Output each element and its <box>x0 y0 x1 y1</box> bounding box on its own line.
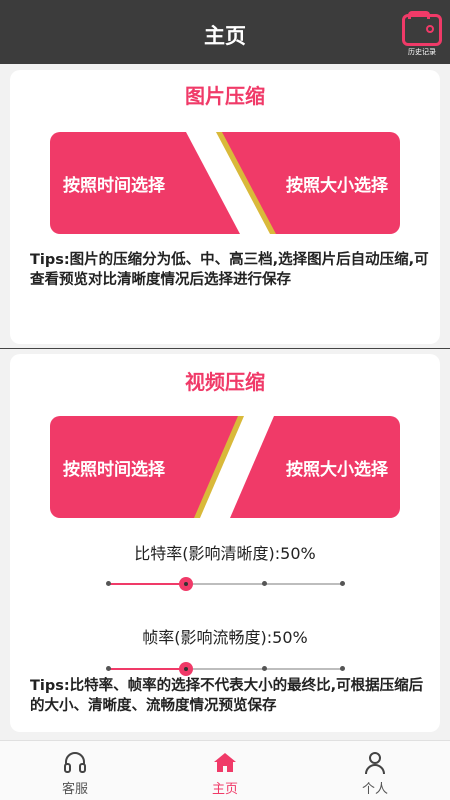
image-select-by-time-button[interactable]: 按照时间选择 <box>50 132 225 234</box>
video-tips-text: Tips:比特率、帧率的选择不代表大小的最终比,可根据压缩后的大小、清晰度、流畅… <box>30 678 424 714</box>
bitrate-label: 比特率(影响清晰度):50% <box>134 544 316 563</box>
framerate-label: 帧率(影响流畅度):50% <box>142 628 308 647</box>
person-icon <box>365 752 385 775</box>
nav-item-profile[interactable]: 个人 <box>300 741 450 800</box>
video-compress-card: 视频压缩 按照时间选择 按照大小选择 比特率(影响清晰度):50% 帧率(影响流… <box>10 354 440 732</box>
top-app-bar: 主页 历史记录 <box>0 0 450 64</box>
video-select-by-size-button[interactable]: 按照大小选择 <box>225 416 400 518</box>
video-select-buttons: 按照时间选择 按照大小选择 <box>50 416 400 518</box>
image-compress-card: 图片压缩 按照时间选择 按照大小选择 Tips:图片的压缩分为低、中、高三档,选… <box>10 70 440 344</box>
bottom-navigation: 客服 主页 个人 <box>0 740 450 800</box>
home-icon <box>214 753 236 772</box>
bitrate-slider[interactable] <box>106 574 345 594</box>
nav-item-home[interactable]: 主页 <box>150 741 300 800</box>
history-label: 历史记录 <box>408 48 436 56</box>
history-button[interactable]: 历史记录 <box>400 11 444 60</box>
video-compress-title: 视频压缩 <box>185 370 265 394</box>
bitrate-slider-thumb[interactable] <box>178 577 193 591</box>
nav-item-service[interactable]: 客服 <box>0 741 150 800</box>
nav-label-service: 客服 <box>61 782 88 797</box>
section-divider <box>0 348 450 349</box>
image-select-by-size-button[interactable]: 按照大小选择 <box>225 132 400 234</box>
image-tips-text: Tips:图片的压缩分为低、中、高三档,选择图片后自动压缩,可查看预览对比清晰度… <box>30 252 429 288</box>
image-select-buttons: 按照时间选择 按照大小选择 <box>50 132 400 234</box>
nav-label-home: 主页 <box>211 782 238 797</box>
page-title: 主页 <box>204 24 246 48</box>
framerate-slider-thumb[interactable] <box>178 662 193 676</box>
nav-label-profile: 个人 <box>361 782 388 797</box>
folder-icon <box>402 11 442 46</box>
headset-icon <box>64 752 86 773</box>
image-compress-title: 图片压缩 <box>185 84 265 108</box>
video-select-by-time-button[interactable]: 按照时间选择 <box>50 416 225 518</box>
